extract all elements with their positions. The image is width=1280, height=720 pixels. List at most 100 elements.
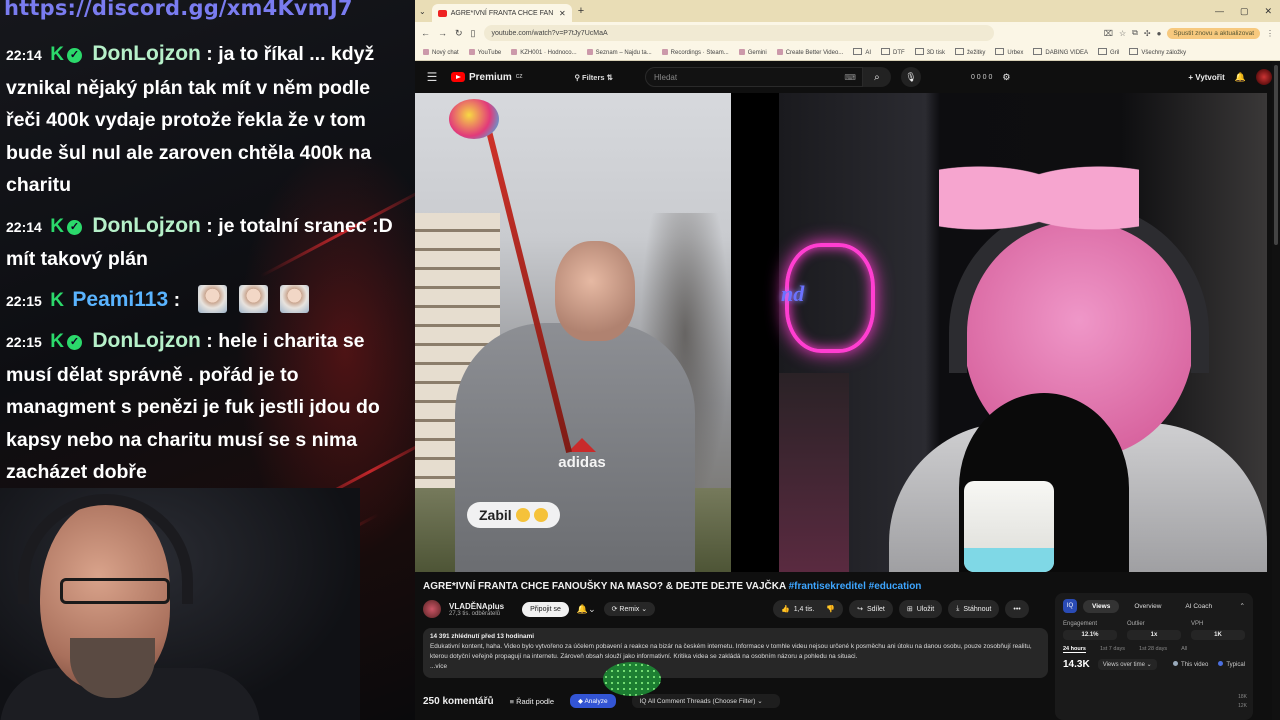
like-button[interactable]: 👍 1,4 tis. 👎 xyxy=(773,600,844,618)
bookmark-item[interactable]: Seznam – Najdu ta... xyxy=(587,49,652,56)
sort-button[interactable]: ≡ Řadit podle xyxy=(510,697,554,706)
subscription-bell-icon[interactable]: 🔔⌄ xyxy=(577,604,596,615)
translate-icon[interactable]: ⌧ xyxy=(1104,29,1113,38)
axis-tick: 18K xyxy=(1238,694,1247,700)
window-controls: — ▢ ✕ xyxy=(1215,6,1280,17)
youtube-logo[interactable]: Premium CZ xyxy=(451,72,522,83)
bookmark-star-icon[interactable]: ☆ xyxy=(1119,29,1126,38)
more-actions-icon[interactable]: ••• xyxy=(1005,600,1029,618)
maximize-icon[interactable]: ▢ xyxy=(1240,6,1249,17)
restart-update-button[interactable]: Spustit znovu a aktualizovat xyxy=(1167,27,1260,39)
browser-tab[interactable]: AGRE*IVNÍ FRANTA CHCE FAN ✕ xyxy=(431,4,572,22)
search-icon[interactable]: ⌕ xyxy=(862,67,891,87)
video-hashtags[interactable]: #frantisekreditel #education xyxy=(789,581,922,592)
close-tab-icon[interactable]: ✕ xyxy=(559,9,566,18)
logo-country: CZ xyxy=(515,74,523,80)
bookmark-folder[interactable]: Urbex xyxy=(995,48,1023,56)
search-input[interactable]: Hledat ⌨ xyxy=(644,67,863,87)
tab-views[interactable]: Views xyxy=(1083,599,1120,613)
channel-name[interactable]: VLADĚNAplus xyxy=(449,602,504,611)
account-avatar[interactable] xyxy=(1256,69,1272,85)
create-button[interactable]: + Vytvořit xyxy=(1188,73,1224,82)
metric-value: 1K xyxy=(1191,630,1245,640)
back-icon[interactable]: ← xyxy=(421,28,430,38)
analyze-label: Analyze xyxy=(584,698,608,705)
video-player[interactable]: adidas Zabil nd xyxy=(415,93,1267,572)
browser-window: ⌄ AGRE*IVNÍ FRANTA CHCE FAN ✕ + — ▢ ✕ ← … xyxy=(415,0,1280,720)
bookmark-folder[interactable]: DABING VIDEA xyxy=(1033,48,1088,56)
chat-username: DonLojzon xyxy=(92,213,201,237)
save-button[interactable]: ⊞ Uložit xyxy=(898,600,943,618)
reload-icon[interactable]: ↻ xyxy=(455,28,463,39)
close-window-icon[interactable]: ✕ xyxy=(1264,6,1272,17)
bookmark-folder[interactable]: Gril xyxy=(1098,48,1119,56)
bookmark-item[interactable]: Gemini xyxy=(739,49,767,56)
page-scrollbar[interactable] xyxy=(1272,61,1280,720)
thumbs-down-icon[interactable]: 👎 xyxy=(826,605,835,613)
chat-time: 22:14 xyxy=(6,47,42,63)
bookmark-item[interactable]: Create Better Video... xyxy=(777,49,844,56)
puzzle-icon[interactable]: ✣ xyxy=(1144,29,1151,38)
video-caption: Zabil xyxy=(467,502,560,528)
channel-info: VLADĚNAplus 27,3 tis. odběratelů xyxy=(449,602,504,617)
stream-overlay: https://discord.gg/xm4KvmJ7 22:14 K ✓ Don… xyxy=(0,0,415,720)
extension-icon[interactable]: ⚙ xyxy=(1002,72,1010,83)
views-over-time-select[interactable]: Views over time ⌄ xyxy=(1097,659,1157,670)
profile-icon[interactable]: ● xyxy=(1157,29,1162,38)
bookmark-item[interactable]: YouTube xyxy=(469,49,502,56)
menu-dots-icon[interactable]: ⋮ xyxy=(1266,29,1274,38)
share-button[interactable]: ↪ Sdílet xyxy=(849,600,893,618)
keyboard-icon[interactable]: ⌨ xyxy=(844,73,856,82)
video-title: AGRE*IVNÍ FRANTA CHCE FANOUŠKY NA MASO? … xyxy=(423,581,921,592)
address-bar[interactable]: youtube.com/watch?v=P7tJy7UcMaA xyxy=(483,25,994,41)
panel-header: IQ Views Overview AI Coach ⌃ xyxy=(1063,599,1245,613)
legend-typical: Typical xyxy=(1218,661,1245,668)
bookmark-item[interactable]: KZH001 · Hodnoco... xyxy=(511,49,576,56)
filters-button[interactable]: ⚲ Filters ⇅ xyxy=(574,73,612,82)
collapse-icon[interactable]: ⌃ xyxy=(1240,602,1245,610)
youtube-header: ☰ Premium CZ ⚲ Filters ⇅ Hledat ⌨ ⌕ 🎙 0 … xyxy=(415,61,1280,93)
chat-time: 22:15 xyxy=(6,292,42,309)
tab-ai-coach[interactable]: AI Coach xyxy=(1176,600,1221,613)
video-description[interactable]: 14 391 zhlédnutí před 13 hodinami Edukat… xyxy=(423,628,1048,678)
comment-filter-select[interactable]: IQ All Comment Threads (Choose Filter) ⌄ xyxy=(631,694,780,708)
bookmark-folder[interactable]: DTF xyxy=(881,48,905,56)
analyze-button[interactable]: ◆ Analyze xyxy=(570,694,616,708)
scene-shelf xyxy=(779,373,849,572)
bookmark-folder[interactable]: žežitky xyxy=(955,48,985,56)
tab-overview[interactable]: Overview xyxy=(1125,600,1170,613)
video-title-text: AGRE*IVNÍ FRANTA CHCE FANOUŠKY NA MASO? … xyxy=(423,581,789,592)
range-28d[interactable]: 1st 28 days xyxy=(1139,646,1167,653)
microphone-icon[interactable]: 🎙 xyxy=(900,67,921,87)
range-7d[interactable]: 1st 7 days xyxy=(1100,646,1125,653)
tab-title: AGRE*IVNÍ FRANTA CHCE FAN xyxy=(450,9,554,17)
download-button[interactable]: ⤓ Stáhnout xyxy=(948,600,1000,618)
tab-bar: ⌄ AGRE*IVNÍ FRANTA CHCE FAN ✕ + — ▢ ✕ xyxy=(415,0,1280,22)
bookmark-item[interactable]: Nový chat xyxy=(423,49,459,56)
forward-icon[interactable]: → xyxy=(438,28,447,38)
new-tab-icon[interactable]: + xyxy=(578,5,584,17)
time-range-tabs: 24 hours 1st 7 days 1st 28 days All xyxy=(1063,646,1245,653)
channel-avatar[interactable] xyxy=(423,600,441,618)
bookmark-folder[interactable]: Všechny záložky xyxy=(1129,48,1186,56)
discord-link[interactable]: https://discord.gg/xm4KvmJ7 xyxy=(4,0,353,20)
join-button[interactable]: Připojit se xyxy=(522,601,569,617)
save-icon: ⊞ xyxy=(906,606,913,613)
range-24h[interactable]: 24 hours xyxy=(1063,646,1086,653)
extension-icon[interactable]: ⧉ xyxy=(1132,28,1138,38)
remix-label: Remix xyxy=(619,606,640,613)
bookmark-folder[interactable]: 3D tisk xyxy=(915,48,945,56)
bookmark-item[interactable]: Recordings · Steam... xyxy=(662,49,729,56)
sidebar-icon[interactable]: ▯ xyxy=(471,28,476,39)
minimize-icon[interactable]: — xyxy=(1215,6,1224,17)
metric-label: Engagement xyxy=(1063,621,1098,627)
show-more-link[interactable]: ...více xyxy=(430,663,447,670)
remix-button[interactable]: ⟳ Remix ⌄ xyxy=(603,602,656,616)
notifications-bell-icon[interactable]: 🔔 xyxy=(1235,72,1246,83)
range-all[interactable]: All xyxy=(1181,646,1187,653)
metric-value: 12.1% xyxy=(1063,630,1117,640)
hamburger-menu-icon[interactable]: ☰ xyxy=(423,70,441,84)
tab-list-icon[interactable]: ⌄ xyxy=(419,7,426,16)
bookmark-folder[interactable]: AI xyxy=(853,48,871,56)
chat-username: DonLojzon xyxy=(92,42,201,65)
